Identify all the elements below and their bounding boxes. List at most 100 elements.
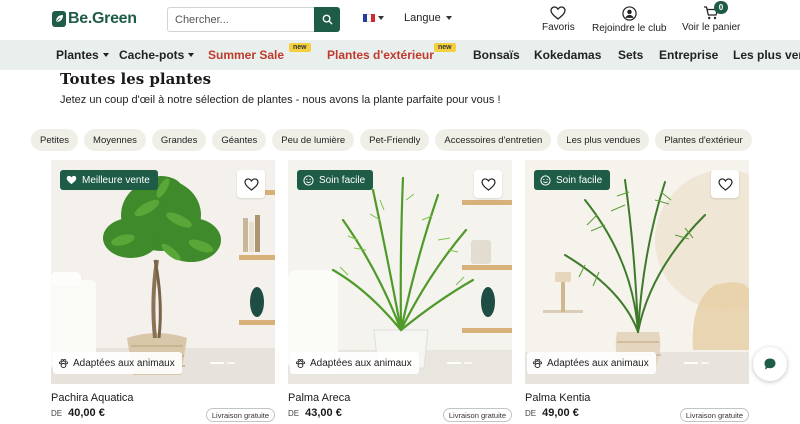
nav-item-bonsais[interactable]: Bonsaïs bbox=[473, 48, 520, 62]
chevron-down-icon bbox=[378, 16, 384, 20]
product-price: 43,00 € bbox=[305, 407, 342, 419]
bestseller-badge: Meilleure vente bbox=[60, 170, 158, 190]
logo-text: Be.Green bbox=[68, 10, 137, 27]
user-circle-icon bbox=[622, 6, 637, 21]
chat-button[interactable] bbox=[753, 347, 787, 381]
pet-friendly-badge: Adaptées aux animaux bbox=[290, 352, 419, 374]
logo[interactable]: Be.Green bbox=[52, 10, 137, 28]
nav-item-les-plus-vendues[interactable]: Les plus ven bbox=[733, 48, 800, 62]
nav-item-entreprise[interactable]: Entreprise bbox=[659, 48, 718, 62]
pet-badge-label: Adaptées aux animaux bbox=[310, 357, 412, 369]
filter-chip-accessoires[interactable]: Accessoires d'entretien bbox=[435, 129, 552, 151]
favorites-label: Favoris bbox=[542, 22, 575, 33]
heart-outline-icon bbox=[243, 177, 259, 191]
product-name[interactable]: Palma Areca bbox=[288, 392, 350, 404]
search-button[interactable] bbox=[314, 7, 340, 32]
product-price-row: DE 49,00 € bbox=[525, 407, 579, 419]
image-carousel-dots[interactable] bbox=[210, 362, 235, 364]
paw-icon bbox=[58, 358, 69, 368]
main-nav: Plantes Cache-pots Summer Sale new Plant… bbox=[0, 40, 800, 70]
add-to-favorites-button[interactable] bbox=[711, 170, 739, 198]
nav-item-cache-pots[interactable]: Cache-pots bbox=[119, 48, 195, 62]
chevron-down-icon bbox=[102, 53, 109, 57]
filter-chip-pet-friendly[interactable]: Pet-Friendly bbox=[360, 129, 430, 151]
pet-badge-label: Adaptées aux animaux bbox=[73, 357, 175, 369]
filter-chip-moyennes[interactable]: Moyennes bbox=[84, 129, 146, 151]
chat-bubble-icon bbox=[764, 358, 776, 370]
chevron-down-icon bbox=[188, 53, 195, 57]
join-club-link[interactable]: Rejoindre le club bbox=[592, 6, 667, 34]
easy-care-badge: Soin facile bbox=[534, 170, 611, 190]
product-price-row: DE 40,00 € bbox=[51, 407, 105, 419]
smiley-icon bbox=[303, 174, 314, 186]
nav-item-label: Entreprise bbox=[659, 48, 719, 62]
search-input[interactable] bbox=[167, 7, 314, 32]
country-selector[interactable] bbox=[363, 14, 384, 22]
product-image[interactable]: Soin facile Adaptées aux animaux bbox=[288, 160, 512, 384]
chevron-down-icon bbox=[445, 16, 452, 20]
heart-outline-icon bbox=[550, 6, 567, 20]
nav-item-plantes[interactable]: Plantes bbox=[56, 48, 109, 62]
nav-item-label: Kokedamas bbox=[534, 48, 602, 62]
search-icon bbox=[322, 14, 333, 25]
cart-label: Voir le panier bbox=[682, 22, 741, 33]
france-flag-icon bbox=[363, 14, 375, 22]
nav-item-label: Plantes d'extérieur bbox=[327, 48, 434, 62]
nav-item-kokedamas[interactable]: Kokedamas bbox=[534, 48, 601, 62]
easy-care-badge: Soin facile bbox=[297, 170, 374, 190]
product-card[interactable]: Soin facile Adaptées aux animaux Palma A… bbox=[288, 160, 512, 422]
badge-label: Soin facile bbox=[556, 174, 603, 186]
product-name[interactable]: Palma Kentia bbox=[525, 392, 590, 404]
add-to-favorites-button[interactable] bbox=[237, 170, 265, 198]
heart-filled-icon bbox=[66, 175, 77, 185]
language-selector[interactable]: Langue bbox=[404, 12, 452, 24]
new-badge: new bbox=[289, 43, 311, 52]
nav-item-label: Cache-pots bbox=[119, 48, 185, 62]
cart-link[interactable]: Voir le panier 0 bbox=[682, 1, 741, 33]
product-name[interactable]: Pachira Aquatica bbox=[51, 392, 134, 404]
paw-icon bbox=[532, 358, 543, 368]
free-shipping-badge: Livraison gratuite bbox=[205, 408, 275, 422]
search-bar bbox=[167, 7, 340, 32]
badge-label: Meilleure vente bbox=[82, 174, 150, 186]
nav-item-plantes-exterieur[interactable]: Plantes d'extérieur bbox=[327, 48, 434, 62]
nav-item-label: Summer Sale bbox=[208, 48, 285, 62]
product-image[interactable]: Soin facile Adaptées aux animaux bbox=[525, 160, 749, 384]
cart-count-badge: 0 bbox=[714, 1, 728, 14]
heart-outline-icon bbox=[480, 177, 496, 191]
filter-chip-plus-vendues[interactable]: Les plus vendues bbox=[557, 129, 650, 151]
filter-chips: Petites Moyennes Grandes Géantes Peu de … bbox=[31, 129, 752, 151]
nav-item-label: Bonsaïs bbox=[473, 48, 520, 62]
image-carousel-dots[interactable] bbox=[447, 362, 472, 364]
heart-outline-icon bbox=[717, 177, 733, 191]
product-price-row: DE 43,00 € bbox=[288, 407, 342, 419]
price-prefix: DE bbox=[525, 409, 537, 418]
free-shipping-badge: Livraison gratuite bbox=[679, 408, 749, 422]
product-price: 49,00 € bbox=[542, 407, 579, 419]
page-subtitle: Jetez un coup d'œil à notre sélection de… bbox=[60, 94, 501, 106]
favorites-link[interactable]: Favoris bbox=[542, 6, 575, 33]
image-carousel-dots[interactable] bbox=[684, 362, 709, 364]
join-club-label: Rejoindre le club bbox=[592, 23, 667, 34]
pet-badge-label: Adaptées aux animaux bbox=[547, 357, 649, 369]
filter-chip-plantes-exterieur[interactable]: Plantes d'extérieur bbox=[655, 129, 752, 151]
top-header: Be.Green Langue Favoris Rejoindre le clu… bbox=[0, 0, 800, 40]
badge-label: Soin facile bbox=[319, 174, 366, 186]
smiley-icon bbox=[540, 174, 551, 186]
language-label: Langue bbox=[404, 12, 441, 24]
nav-item-label: Plantes bbox=[56, 48, 99, 62]
leaf-logo-icon bbox=[52, 11, 66, 27]
nav-item-summer-sale[interactable]: Summer Sale bbox=[208, 48, 284, 62]
nav-item-sets[interactable]: Sets bbox=[618, 48, 643, 62]
filter-chip-petites[interactable]: Petites bbox=[31, 129, 79, 151]
filter-chip-geantes[interactable]: Géantes bbox=[212, 129, 267, 151]
filter-chip-peu-de-lumiere[interactable]: Peu de lumière bbox=[272, 129, 355, 151]
product-image[interactable]: Meilleure vente Adaptées aux animaux bbox=[51, 160, 275, 384]
filter-chip-grandes[interactable]: Grandes bbox=[151, 129, 207, 151]
product-card[interactable]: Meilleure vente Adaptées aux animaux Pac… bbox=[51, 160, 275, 422]
add-to-favorites-button[interactable] bbox=[474, 170, 502, 198]
page-title: Toutes les plantes bbox=[60, 70, 212, 88]
product-card[interactable]: Soin facile Adaptées aux animaux Palma K… bbox=[525, 160, 749, 422]
product-price: 40,00 € bbox=[68, 407, 105, 419]
price-prefix: DE bbox=[51, 409, 63, 418]
